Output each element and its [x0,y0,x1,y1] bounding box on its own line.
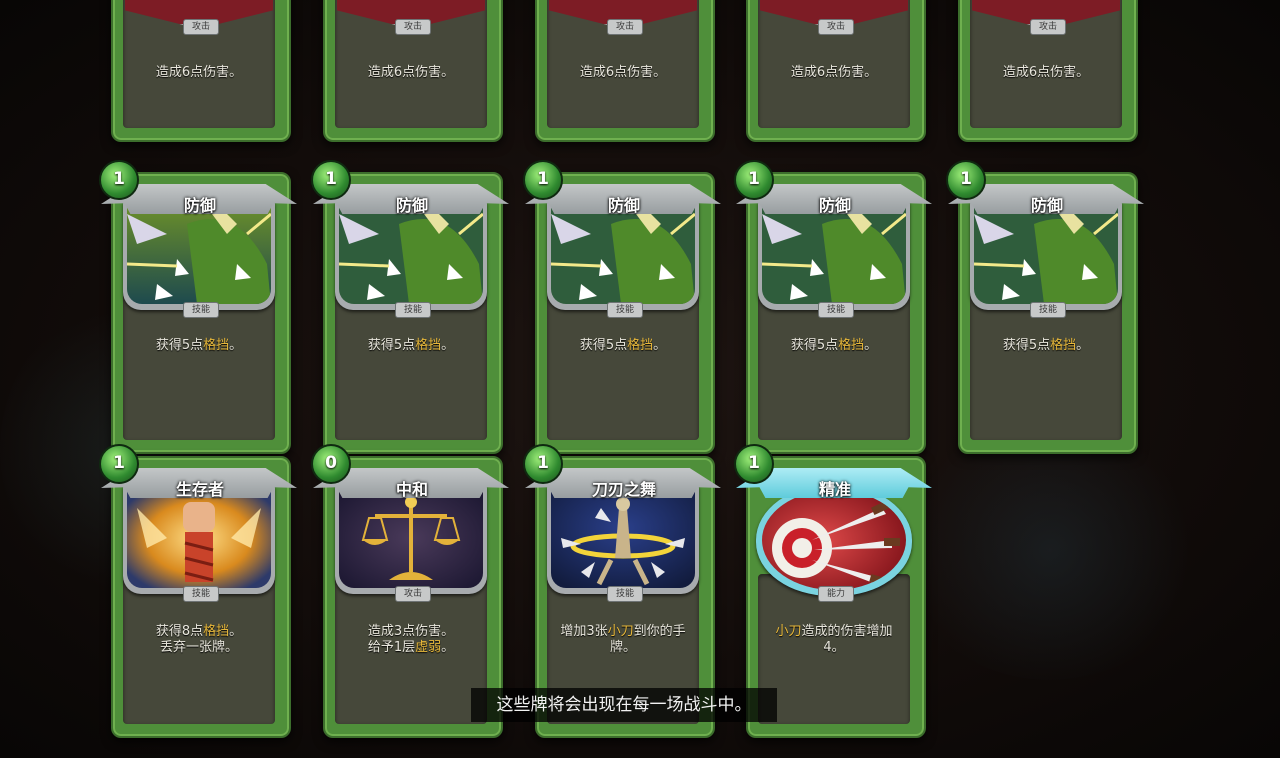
background-glow [900,420,1200,680]
card-description: 造成3点伤害。 给予1层虚弱。 [367,624,455,655]
energy-cost: 1 [311,160,351,200]
card-art-frame [758,200,910,310]
strike-card[interactable]: 攻击 造成6点伤害。 [111,0,291,142]
card-description: 造成6点伤害。 [579,65,667,80]
card-description: 造成6点伤害。 [155,65,243,80]
energy-cost: 1 [523,160,563,200]
card-description: 获得5点格挡。 [155,338,243,353]
defend-card[interactable]: 防御 1 技能 获得5点格挡。 [946,160,1144,454]
strike-card[interactable]: 攻击 造成6点伤害。 [958,0,1138,142]
energy-cost: 1 [99,444,139,484]
shield-shards-icon [551,204,695,304]
card-description: 获得5点格挡。 [579,338,667,353]
card-art-frame [756,484,912,596]
card-type-label: 攻击 [607,19,643,35]
energy-cost: 1 [734,444,774,484]
card-type-label: 攻击 [395,19,431,35]
defend-card[interactable]: 防御 1 技能 获得5点格挡。 [99,160,297,454]
card-type-label: 攻击 [395,586,431,602]
card-description: 获得5点格挡。 [367,338,455,353]
card-type-label: 技能 [607,302,643,318]
card-type-label: 技能 [183,302,219,318]
card-description: 造成6点伤害。 [1002,65,1090,80]
card-art-frame [335,200,487,310]
card-title: 刀刃之舞 [591,480,656,499]
scales-icon [339,488,483,588]
strike-card[interactable]: 攻击 造成6点伤害。 [746,0,926,142]
card-type-label: 攻击 [1030,19,1066,35]
card-art-frame [123,200,275,310]
card-description: 获得5点格挡。 [790,338,878,353]
card-description: 增加3张小刀到你的手 牌。 [560,624,686,655]
defend-card[interactable]: 防御 1 技能 获得5点格挡。 [734,160,932,454]
shield-shards-icon [339,204,483,304]
card-type-label: 攻击 [818,19,854,35]
strike-card[interactable]: 攻击 造成6点伤害。 [323,0,503,142]
card-title: 中和 [395,480,428,499]
defend-card[interactable]: 防御 1 技能 获得5点格挡。 [311,160,509,454]
card-type-label: 技能 [818,302,854,318]
shield-shards-icon [974,204,1118,304]
energy-cost: 0 [311,444,351,484]
shield-shards-icon [127,204,271,304]
defend-card[interactable]: 防御 1 技能 获得5点格挡。 [523,160,721,454]
card-type-label: 能力 [818,586,854,602]
card-type-label: 技能 [395,302,431,318]
energy-cost: 1 [99,160,139,200]
survivor-card[interactable]: 生存者 1 技能 获得8点格挡。 丢弃一张牌。 [99,444,297,738]
card-type-label: 攻击 [183,19,219,35]
dancer-blades-icon [551,488,695,588]
card-description: 获得8点格挡。 丢弃一张牌。 [155,624,243,655]
card-title: 精准 [818,480,851,499]
card-type-label: 技能 [1030,302,1066,318]
card-title: 生存者 [175,480,224,499]
card-description: 造成6点伤害。 [367,65,455,80]
card-type-label: 技能 [607,586,643,602]
card-title: 防御 [395,196,428,215]
shield-shards-icon [762,204,906,304]
energy-cost: 1 [523,444,563,484]
card-description: 获得5点格挡。 [1002,338,1090,353]
energy-cost: 1 [734,160,774,200]
card-art-frame [970,200,1122,310]
tooltip-caption: 这些牌将会出现在每一场战斗中。 [471,688,777,722]
card-title: 防御 [607,196,640,215]
card-title: 防御 [183,196,216,215]
card-description: 造成6点伤害。 [790,65,878,80]
card-art-frame [123,484,275,594]
fist-icon [127,488,271,588]
card-type-label: 技能 [183,586,219,602]
strike-card[interactable]: 攻击 造成6点伤害。 [535,0,715,142]
card-title: 防御 [1030,196,1063,215]
card-title: 防御 [818,196,851,215]
card-art-frame [547,484,699,594]
card-art-frame [547,200,699,310]
knives-target-icon [762,490,906,590]
energy-cost: 1 [946,160,986,200]
card-description: 小刀造成的伤害增加 4。 [775,624,893,655]
card-art-frame [335,484,487,594]
